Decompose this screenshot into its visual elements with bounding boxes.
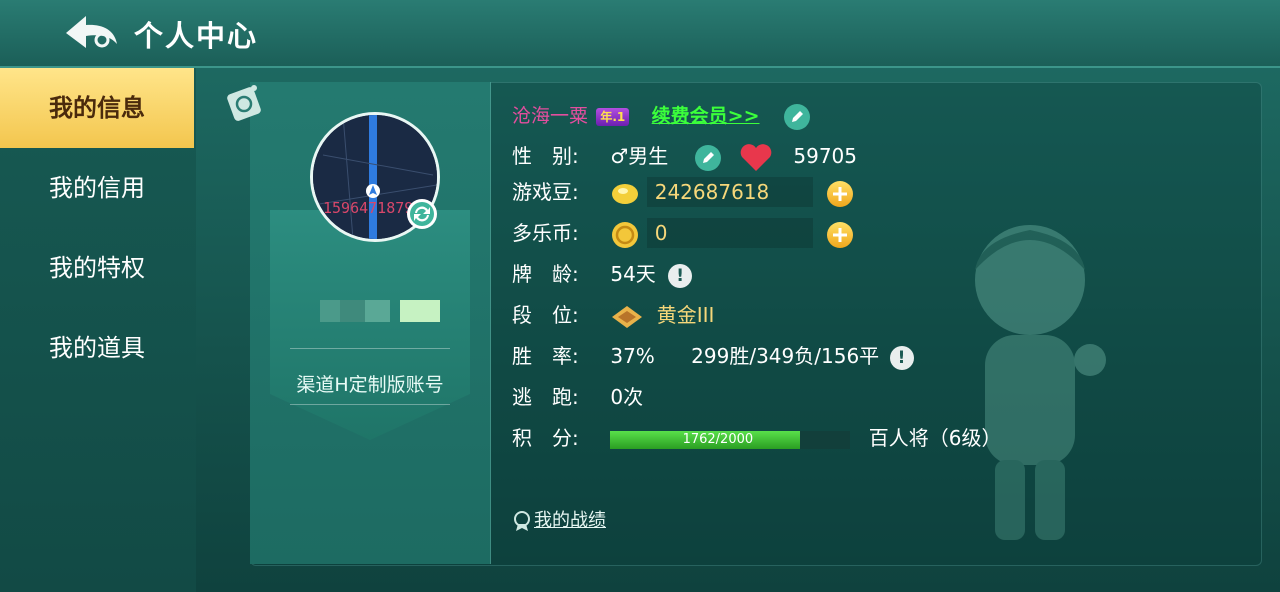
- pencil-icon: [791, 110, 803, 122]
- sidebar-item-my-privileges[interactable]: 我的特权: [0, 228, 194, 308]
- beans-row: 游戏豆: 242687618: [512, 177, 854, 207]
- gender-value: ♂男生: [610, 144, 669, 168]
- add-coins-button[interactable]: [827, 221, 854, 248]
- heart-icon: [740, 143, 772, 171]
- score-progress-bar: 1762/2000: [610, 430, 851, 449]
- pencil-icon: [702, 151, 714, 163]
- gender-row: 性 别: ♂男生 59705: [512, 141, 857, 171]
- refresh-icon[interactable]: [406, 198, 438, 230]
- divider: [290, 348, 450, 349]
- top-bar: 个人中心: [0, 0, 1280, 68]
- score-label: 积 分:: [512, 426, 579, 450]
- sidebar-item-my-info[interactable]: 我的信息: [0, 68, 194, 148]
- sidebar-item-my-credit[interactable]: 我的信用: [0, 148, 194, 228]
- account-age-value: 54天: [610, 262, 656, 286]
- beans-label: 游戏豆:: [512, 180, 579, 204]
- my-record-link[interactable]: 我的战绩: [512, 506, 606, 532]
- win-rate-row: 胜 率: 37% 299胜/349负/156平 !: [512, 341, 914, 371]
- level-title: 百人将（6级）: [868, 426, 1002, 450]
- back-arrow-icon: [66, 16, 117, 48]
- score-row: 积 分: 1762/2000 百人将（6级）: [512, 423, 1001, 453]
- username-blurred: [320, 300, 440, 322]
- win-rate-info-button[interactable]: !: [889, 345, 914, 370]
- sidebar-item-my-items[interactable]: 我的道具: [0, 308, 194, 388]
- edit-gender-button[interactable]: [694, 144, 721, 171]
- year-badge: 年.1: [596, 107, 630, 126]
- tag-icon: [227, 85, 261, 121]
- rank-badge-icon: [612, 305, 643, 328]
- nickname: 沧海一粟: [512, 105, 589, 127]
- character-illustration: [975, 225, 1106, 540]
- coins-row: 多乐币: 0: [512, 218, 854, 248]
- gender-label: 性 别:: [512, 144, 579, 168]
- page-title: 个人中心: [134, 19, 259, 53]
- renew-vip-link[interactable]: 续费会员>>: [652, 105, 760, 127]
- avatar-overlay-text: 1596471879: [323, 199, 414, 217]
- coins-label: 多乐币:: [512, 221, 579, 245]
- win-rate-value: 37%: [610, 344, 655, 368]
- beans-value: 242687618: [646, 177, 813, 207]
- match-record: 299胜/349负/156平: [691, 344, 880, 368]
- win-rate-label: 胜 率:: [512, 344, 579, 368]
- profile-ribbon: [270, 210, 470, 440]
- add-beans-button[interactable]: [827, 180, 854, 207]
- escape-label: 逃 跑:: [512, 385, 579, 409]
- rank-value: 黄金III: [656, 303, 715, 327]
- escape-row: 逃 跑: 0次: [512, 382, 643, 412]
- rank-row: 段 位: 黄金III: [512, 300, 714, 330]
- account-age-info-button[interactable]: !: [668, 263, 693, 288]
- bean-icon: [612, 183, 639, 204]
- account-age-row: 牌 龄: 54天 !: [512, 259, 693, 289]
- my-record-label: 我的战绩: [534, 510, 606, 531]
- nickname-row: 沧海一粟 年.1 续费会员>>: [512, 100, 810, 130]
- medal-icon: [514, 511, 530, 531]
- rank-label: 段 位:: [512, 303, 579, 327]
- charm-value: 59705: [793, 144, 857, 168]
- edit-nickname-button[interactable]: [783, 103, 810, 130]
- back-button[interactable]: [62, 10, 122, 56]
- escape-value: 0次: [610, 385, 644, 409]
- coins-value: 0: [646, 218, 813, 248]
- coin-icon: [612, 221, 639, 248]
- profile-card: 1596471879 渠道H定制版账号: [227, 82, 491, 564]
- account-type-label: 渠道H定制版账号: [296, 374, 444, 396]
- account-age-label: 牌 龄:: [512, 262, 579, 286]
- divider: [290, 404, 450, 405]
- sidebar: 我的信息 我的信用 我的特权 我的道具: [0, 68, 196, 592]
- score-progress-text: 1762/2000: [682, 431, 754, 447]
